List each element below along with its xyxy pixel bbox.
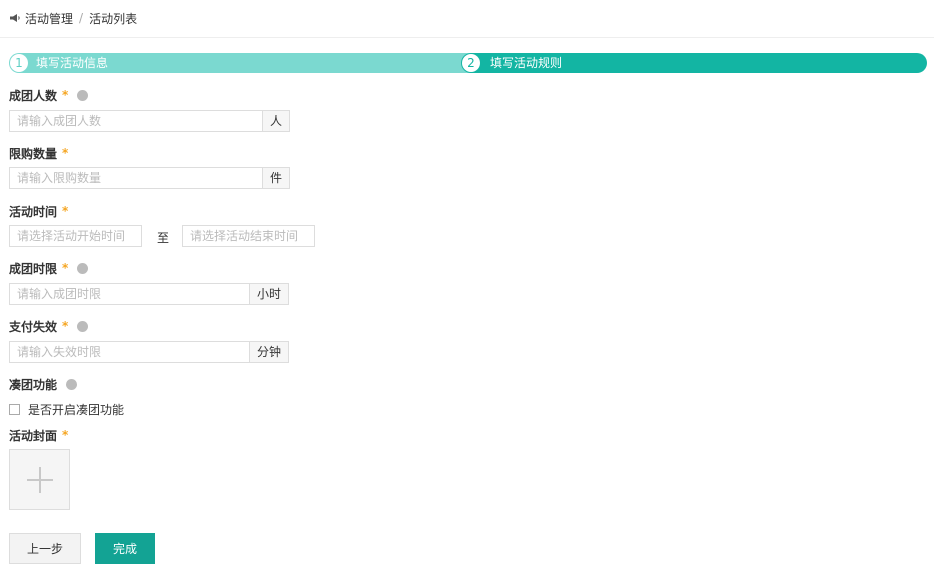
required-mark: *	[62, 204, 69, 218]
cover-label-text: 活动封面	[9, 428, 58, 443]
group-size-label: 成团人数 *	[9, 87, 89, 103]
group-size-unit: 人	[263, 110, 291, 132]
step-1-label: 填写活动信息	[36, 56, 109, 70]
start-time-input[interactable]	[9, 225, 142, 247]
step-progress: 1 填写活动信息 2 填写活动规则	[9, 53, 927, 73]
cover-label: 活动封面 *	[9, 427, 68, 443]
activity-time-label: 活动时间 *	[9, 203, 68, 219]
end-time-group	[182, 225, 315, 247]
auto-group-checkbox-label[interactable]: 是否开启凑团功能	[28, 401, 124, 418]
required-mark: *	[62, 428, 69, 442]
group-time-limit-group: 小时	[9, 283, 290, 305]
step-2-number: 2	[462, 54, 480, 72]
payment-expiry-group: 分钟	[9, 341, 290, 363]
help-icon[interactable]	[77, 320, 89, 332]
purchase-limit-unit: 件	[263, 167, 291, 189]
breadcrumb: 活动管理 / 活动列表	[9, 9, 137, 27]
help-icon[interactable]	[66, 378, 78, 390]
megaphone-icon	[10, 14, 20, 22]
help-icon[interactable]	[77, 89, 89, 101]
header-divider	[0, 37, 934, 38]
group-time-limit-input[interactable]	[9, 283, 250, 305]
auto-group-label: 凑团功能	[9, 376, 78, 392]
step-1-number: 1	[10, 54, 28, 72]
end-time-input[interactable]	[182, 225, 315, 247]
step-2-label: 填写活动规则	[490, 56, 563, 70]
required-mark: *	[62, 88, 69, 102]
group-size-input[interactable]	[9, 110, 263, 132]
group-time-limit-unit: 小时	[250, 283, 290, 305]
step-1: 1 填写活动信息	[9, 53, 479, 73]
required-mark: *	[62, 146, 69, 160]
payment-expiry-input[interactable]	[9, 341, 250, 363]
help-icon[interactable]	[77, 262, 89, 274]
auto-group-checkbox[interactable]	[9, 403, 20, 415]
cover-upload[interactable]	[9, 449, 70, 510]
group-size-group: 人	[9, 110, 291, 132]
start-time-group	[9, 225, 142, 247]
breadcrumb-separator: /	[79, 11, 84, 25]
range-separator: 至	[157, 231, 170, 245]
step-2: 2 填写活动规则	[461, 53, 927, 73]
done-button[interactable]: 完成	[95, 533, 155, 564]
breadcrumb-root[interactable]: 活动管理	[25, 10, 73, 27]
plus-icon	[26, 466, 53, 493]
group-time-limit-label: 成团时限 *	[9, 260, 89, 276]
purchase-limit-label: 限购数量 *	[9, 145, 68, 161]
group-time-limit-label-text: 成团时限	[9, 261, 58, 276]
purchase-limit-label-text: 限购数量	[9, 146, 58, 161]
payment-expiry-label-text: 支付失效	[9, 319, 58, 334]
auto-group-label-text: 凑团功能	[9, 377, 58, 392]
payment-expiry-unit: 分钟	[250, 341, 290, 363]
purchase-limit-input[interactable]	[9, 167, 263, 189]
breadcrumb-current: 活动列表	[89, 11, 138, 26]
group-size-label-text: 成团人数	[9, 88, 58, 103]
required-mark: *	[62, 261, 69, 275]
payment-expiry-label: 支付失效 *	[9, 318, 89, 334]
purchase-limit-group: 件	[9, 167, 291, 189]
auto-group-checkbox-row[interactable]: 是否开启凑团功能	[9, 401, 124, 417]
activity-time-label-text: 活动时间	[9, 204, 58, 219]
required-mark: *	[62, 319, 69, 333]
prev-step-button[interactable]: 上一步	[9, 533, 81, 564]
